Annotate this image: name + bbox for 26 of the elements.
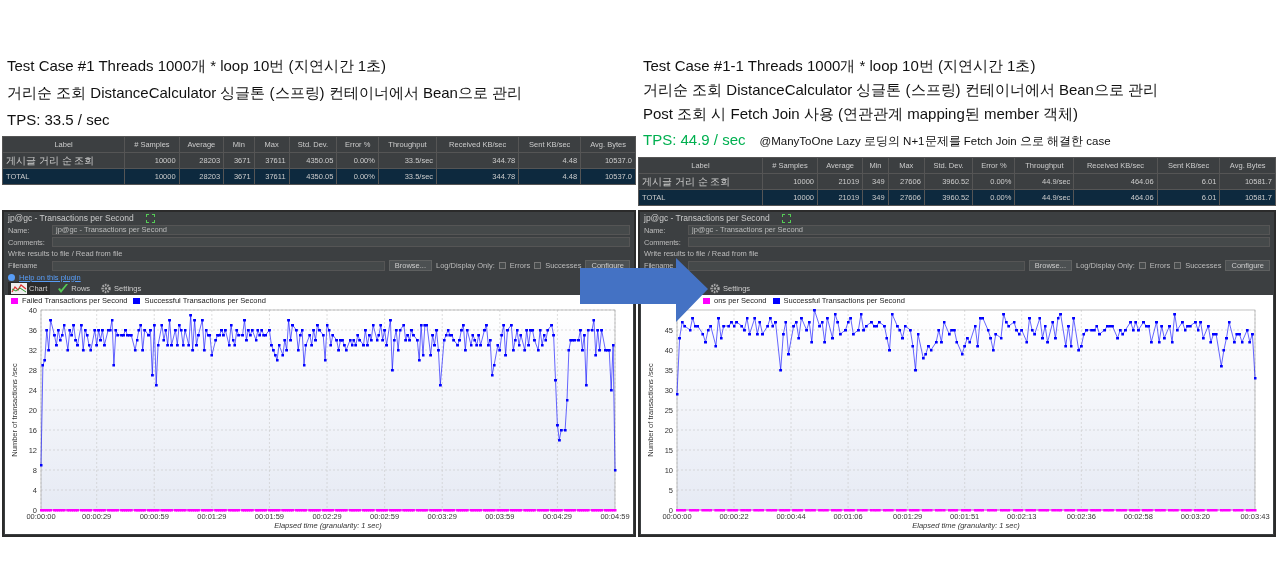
note-text: @ManyToOne Lazy 로딩의 N+1문제를 Fetch Join 으로 해결한 case [759,135,1111,147]
tps-text: TPS: 33.5 / sec [7,111,110,128]
tps-text: TPS: 44.9 / sec [643,131,746,148]
test-heading: Test Case #1 Threads 1000개 * loop 10번 (지연시간 1초) [6,56,388,76]
filename-field[interactable] [52,260,385,271]
description-text: Post 조회 시 Fetch Join 사용 (연관관계 mapping된 member 객체) [642,104,1080,124]
gear-icon [100,283,113,294]
gear-icon [709,283,721,294]
filename-field[interactable] [688,260,1025,271]
table-cell: 게시글 거리 순 조회 [2,152,125,169]
checkbox[interactable] [498,262,506,269]
expand-icon[interactable] [781,213,791,223]
description-text: 거리순 조회 DistanceCalculator 싱글톤 (스프링) 컨테이너에서 Bean으로 관리 [642,80,1160,100]
checkbox[interactable] [1138,262,1146,269]
expand-icon[interactable] [145,213,155,223]
comments-field[interactable] [688,237,1270,247]
panel-title: jp@gc - Transactions per Second [643,212,771,224]
comments-field[interactable] [52,237,630,247]
test-heading: Test Case #1-1 Threads 1000개 * loop 10번 (지연시간 1초) [642,56,1037,76]
panel-title: jp@gc - Transactions per Second [7,212,135,224]
chart-icon [11,283,27,294]
table-cell: 게시글 거리 순 조회 [638,173,763,190]
checkbox[interactable] [1174,262,1182,269]
checkbox[interactable] [534,262,542,269]
description-text: 거리순 조회 DistanceCalculator 싱글톤 (스프링) 컨테이너에서 Bean으로 관리 [6,83,524,103]
info-icon [8,273,15,281]
